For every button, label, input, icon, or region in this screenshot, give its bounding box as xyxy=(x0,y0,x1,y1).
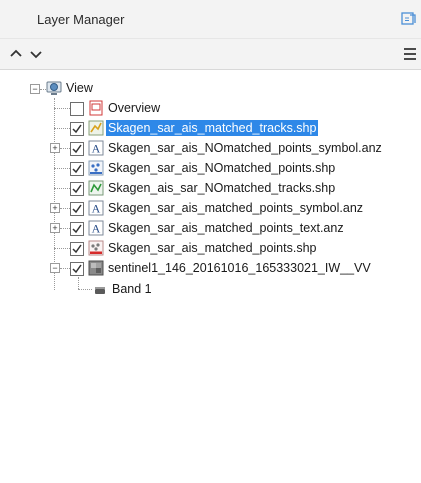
view-collapse-toggle[interactable]: − xyxy=(30,84,40,94)
layer-tree: − View Overview Skagen_sar_ais_matched_t… xyxy=(0,70,421,483)
layer-label[interactable]: Skagen_ais_sar_NOmatched_tracks.shp xyxy=(106,180,337,196)
layer-expand-toggle[interactable]: + xyxy=(50,203,60,213)
layer-collapse-toggle[interactable]: − xyxy=(50,263,60,273)
layer-row[interactable]: + A Skagen_sar_ais_matched_points_text.a… xyxy=(0,219,421,239)
layer-visibility-checkbox[interactable] xyxy=(70,182,84,196)
layer-toolbar xyxy=(0,39,421,70)
layer-visibility-checkbox[interactable] xyxy=(70,162,84,176)
layer-expand-toggle[interactable]: + xyxy=(50,223,60,233)
layer-label[interactable]: Skagen_sar_ais_matched_points_symbol.anz xyxy=(106,200,365,216)
layer-visibility-checkbox[interactable] xyxy=(70,262,84,276)
move-up-button[interactable] xyxy=(8,45,24,63)
layer-visibility-checkbox[interactable] xyxy=(70,242,84,256)
layer-row[interactable]: Skagen_sar_ais_NOmatched_points.shp xyxy=(0,159,421,179)
layer-expand-toggle[interactable]: + xyxy=(50,143,60,153)
layer-label[interactable]: Skagen_sar_ais_NOmatched_points.shp xyxy=(106,160,337,176)
layer-label-selected[interactable]: Skagen_sar_ais_matched_tracks.shp xyxy=(106,120,319,136)
layer-visibility-checkbox[interactable] xyxy=(70,202,84,216)
annotation-icon: A xyxy=(88,220,104,236)
panel-menu-button[interactable] xyxy=(402,45,418,63)
layer-visibility-checkbox[interactable] xyxy=(70,142,84,156)
point-shapefile-icon xyxy=(88,240,104,256)
layer-visibility-checkbox[interactable] xyxy=(70,102,84,116)
layer-label[interactable]: Skagen_sar_ais_matched_points.shp xyxy=(106,240,318,256)
layer-label[interactable]: sentinel1_146_20161016_165333021_IW__VV xyxy=(106,260,373,276)
svg-text:A: A xyxy=(92,202,101,216)
svg-text:A: A xyxy=(92,222,101,236)
panel-title: Layer Manager xyxy=(37,12,125,27)
layer-label[interactable]: Skagen_sar_ais_matched_points_text.anz xyxy=(106,220,346,236)
svg-text:A: A xyxy=(92,142,101,156)
layer-row[interactable]: + A Skagen_sar_ais_matched_points_symbol… xyxy=(0,199,421,219)
raster-icon xyxy=(88,260,104,276)
chevron-up-icon xyxy=(10,49,22,57)
line-shapefile-icon xyxy=(88,120,104,136)
layer-manager-title-bar: Layer Manager xyxy=(0,0,421,39)
annotation-icon: A xyxy=(88,200,104,216)
layer-label[interactable]: Skagen_sar_ais_NOmatched_points_symbol.a… xyxy=(106,140,384,156)
line-shapefile-icon xyxy=(88,180,104,196)
band-row[interactable]: Band 1 xyxy=(0,279,421,299)
band-label[interactable]: Band 1 xyxy=(110,281,154,297)
hamburger-menu-icon xyxy=(404,48,416,60)
layer-row[interactable]: − sentinel1_146_20161016_165333021_IW__V… xyxy=(0,259,421,279)
band-icon xyxy=(92,282,108,298)
layer-row[interactable]: Skagen_sar_ais_matched_tracks.shp xyxy=(0,119,421,139)
layer-row[interactable]: Skagen_sar_ais_matched_points.shp xyxy=(0,239,421,259)
point-shapefile-icon xyxy=(88,160,104,176)
layer-visibility-checkbox[interactable] xyxy=(70,122,84,136)
layer-label[interactable]: Overview xyxy=(106,100,162,116)
move-down-button[interactable] xyxy=(28,45,44,63)
dock-pin-icon[interactable] xyxy=(400,10,418,28)
overview-icon xyxy=(88,100,104,116)
layer-row[interactable]: Skagen_ais_sar_NOmatched_tracks.shp xyxy=(0,179,421,199)
layer-row[interactable]: + A Skagen_sar_ais_NOmatched_points_symb… xyxy=(0,139,421,159)
layer-visibility-checkbox[interactable] xyxy=(70,222,84,236)
chevron-down-icon xyxy=(30,51,42,59)
view-globe-icon xyxy=(46,80,62,96)
view-root-label[interactable]: View xyxy=(64,80,95,96)
annotation-icon: A xyxy=(88,140,104,156)
layer-row[interactable]: Overview xyxy=(0,99,421,119)
